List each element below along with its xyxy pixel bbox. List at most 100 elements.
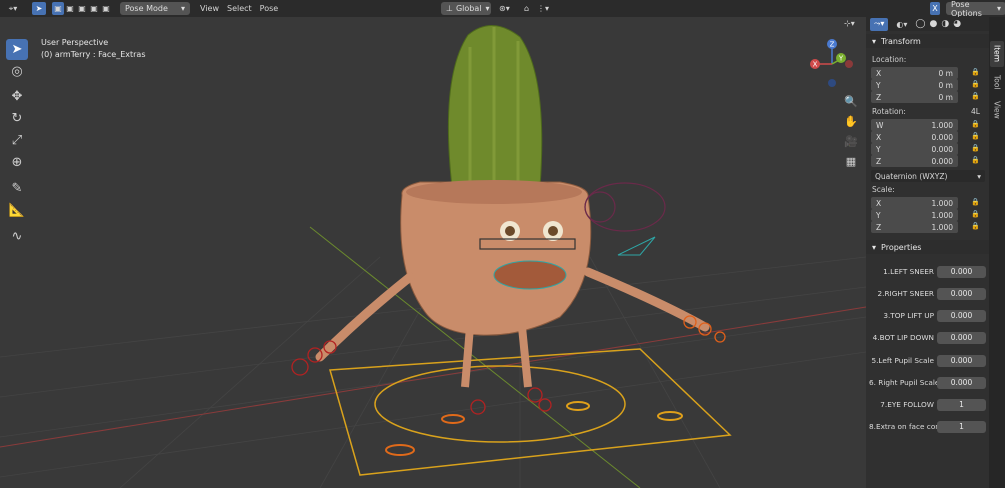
mode-dropdown-label: Pose Mode — [125, 4, 168, 13]
pan-hand-icon[interactable]: ✋ — [843, 113, 859, 129]
rotation-mode-dropdown[interactable]: Quaternion (WXYZ) ▾ — [871, 170, 985, 182]
header-bar: ⌖▾ ➤ ▣ ▣ ▣ ▣ ▣ Pose Mode ▾ View Select Po… — [0, 0, 1005, 18]
location-y-field[interactable]: Y0 m — [871, 79, 958, 91]
pot-body — [400, 181, 592, 336]
rotation-mode-short[interactable]: 4L — [971, 107, 980, 116]
chevron-down-icon: ▾ — [872, 242, 877, 252]
left-leg — [461, 326, 474, 388]
view-perspective-label: User Perspective — [41, 38, 109, 47]
menu-select[interactable]: Select — [223, 2, 256, 15]
rotation-mode-label: Quaternion (WXYZ) — [875, 171, 948, 181]
property-value[interactable]: 0.000 — [937, 354, 986, 367]
rotation-y-field[interactable]: Y 0.000 — [871, 143, 958, 155]
shading-rendered-icon[interactable]: ◕ — [953, 19, 961, 29]
mode-dropdown[interactable]: Pose Mode ▾ — [120, 2, 190, 15]
select-mode-subtract-icon[interactable]: ▣ — [76, 2, 88, 15]
svg-text:Z: Z — [830, 41, 835, 49]
right-arm — [583, 267, 710, 332]
lock-icon[interactable]: 🔒 — [971, 222, 980, 230]
scale-y-field[interactable]: Y 1.000 — [871, 209, 958, 221]
transform-panel-header[interactable]: ▾ Transform — [866, 34, 989, 48]
lock-icon[interactable]: 🔒 — [971, 198, 980, 206]
rotation-label: Rotation: — [872, 107, 906, 116]
tool-rotate[interactable]: ↻ — [6, 108, 28, 129]
rotation-x-field[interactable]: X 0.000 — [871, 131, 958, 143]
property-value[interactable]: 1 — [937, 420, 986, 433]
lock-icon[interactable]: 🔒 — [971, 144, 980, 152]
left-arm — [315, 272, 415, 362]
lock-icon[interactable]: 🔒 — [971, 210, 980, 218]
lock-icon[interactable]: 🔒 — [971, 80, 980, 88]
property-value[interactable]: 1 — [937, 398, 986, 411]
property-value[interactable]: 0.000 — [937, 376, 986, 389]
3d-viewport[interactable]: User Perspective (0) armTerry : Face_Ext… — [0, 17, 866, 488]
right-leg — [518, 326, 532, 388]
lock-icon[interactable]: 🔒 — [971, 92, 980, 100]
property-label: 1.LEFT SNEER — [883, 267, 934, 276]
menu-pose[interactable]: Pose — [256, 2, 283, 15]
orientation-icon: ⊥ — [446, 4, 453, 13]
property-value[interactable]: 0.000 — [937, 265, 986, 278]
overlays-icon[interactable]: ◐▾ — [892, 18, 911, 31]
property-value[interactable]: 0.000 — [937, 331, 986, 344]
rotation-w-field[interactable]: W 1.000 — [871, 119, 958, 131]
select-tool-icon[interactable]: ➤ — [32, 2, 46, 15]
property-label: 6. Right Pupil Scale — [869, 378, 937, 387]
tool-annotate[interactable]: ✎ — [6, 178, 28, 199]
pose-options-label: Pose Options — [951, 0, 982, 18]
chevron-down-icon: ▾ — [977, 171, 981, 181]
viewport-overlay-icon[interactable]: ⤳▾ — [870, 17, 889, 31]
scale-z-field[interactable]: Z 1.000 — [871, 221, 958, 233]
snap-options-icon[interactable]: ⋮▾ — [533, 2, 553, 15]
property-row: 5.Left Pupil Scale 0.000 — [869, 353, 986, 368]
tool-move[interactable]: ✥ — [6, 86, 28, 107]
chevron-down-icon: ▾ — [180, 4, 185, 13]
navigation-gizmo[interactable]: Z X Y — [808, 37, 858, 89]
lock-icon[interactable]: 🔒 — [971, 120, 980, 128]
tool-scale[interactable]: ⤢ — [6, 130, 28, 151]
orientation-dropdown[interactable]: ⊥ Global ▾ — [441, 2, 491, 15]
tab-view[interactable]: View — [990, 97, 1004, 123]
pivot-icon[interactable]: ⊛▾ — [495, 2, 514, 15]
property-value[interactable]: 0.000 — [937, 309, 986, 322]
shading-solid-icon[interactable]: ● — [930, 19, 938, 29]
tool-cursor[interactable]: ◎ — [6, 61, 28, 82]
tab-tool[interactable]: Tool — [990, 69, 1004, 95]
zoom-icon[interactable]: 🔍 — [843, 93, 859, 109]
lock-icon[interactable]: 🔒 — [971, 68, 980, 76]
tool-measure[interactable]: 📐 — [6, 200, 28, 221]
rotation-z-field[interactable]: Z 0.000 — [871, 155, 958, 167]
shading-material-icon[interactable]: ◑ — [941, 19, 949, 29]
snap-icon[interactable]: ⌂ — [520, 2, 533, 15]
location-z-field[interactable]: Z0 m — [871, 91, 958, 103]
shading-wire-icon[interactable]: ◯ — [915, 19, 925, 29]
tool-transform[interactable]: ⊕ — [6, 152, 28, 173]
gizmo-toggle-icon[interactable]: ⊹▾ — [840, 17, 859, 30]
property-row: 3.TOP LIFT UP 0.000 — [869, 308, 986, 323]
location-label: Location: — [872, 55, 907, 64]
property-row: 1.LEFT SNEER 0.000 — [869, 264, 986, 279]
scene-render — [0, 25, 866, 488]
tab-item[interactable]: Item — [990, 41, 1004, 67]
tool-pose-relax[interactable]: ∿ — [6, 226, 28, 247]
pose-options-dropdown[interactable]: Pose Options ▾ — [946, 0, 1005, 18]
select-mode-intersect-icon[interactable]: ▣ — [100, 2, 112, 15]
properties-panel-header[interactable]: ▾ Properties — [866, 240, 989, 254]
transform-title: Transform — [881, 36, 921, 46]
lock-icon[interactable]: 🔒 — [971, 132, 980, 140]
select-mode-invert-icon[interactable]: ▣ — [88, 2, 100, 15]
tool-select-box[interactable]: ➤ — [6, 39, 28, 60]
lock-icon[interactable]: 🔒 — [971, 156, 980, 164]
camera-icon[interactable]: 🎥 — [843, 133, 859, 149]
editor-type-icon[interactable]: ⌖▾ — [4, 2, 22, 15]
property-value[interactable]: 0.000 — [937, 287, 986, 300]
select-mode-extend-icon[interactable]: ▣ — [64, 2, 76, 15]
menu-view[interactable]: View — [196, 2, 223, 15]
property-row: 6. Right Pupil Scale 0.000 — [869, 375, 986, 390]
mirror-x-toggle[interactable]: X — [930, 2, 940, 15]
location-x-field[interactable]: X0 m — [871, 67, 958, 79]
scale-x-field[interactable]: X 1.000 — [871, 197, 958, 209]
svg-text:Y: Y — [838, 55, 844, 63]
ortho-grid-icon[interactable]: ▦ — [843, 153, 859, 169]
select-mode-new-icon[interactable]: ▣ — [52, 2, 64, 15]
